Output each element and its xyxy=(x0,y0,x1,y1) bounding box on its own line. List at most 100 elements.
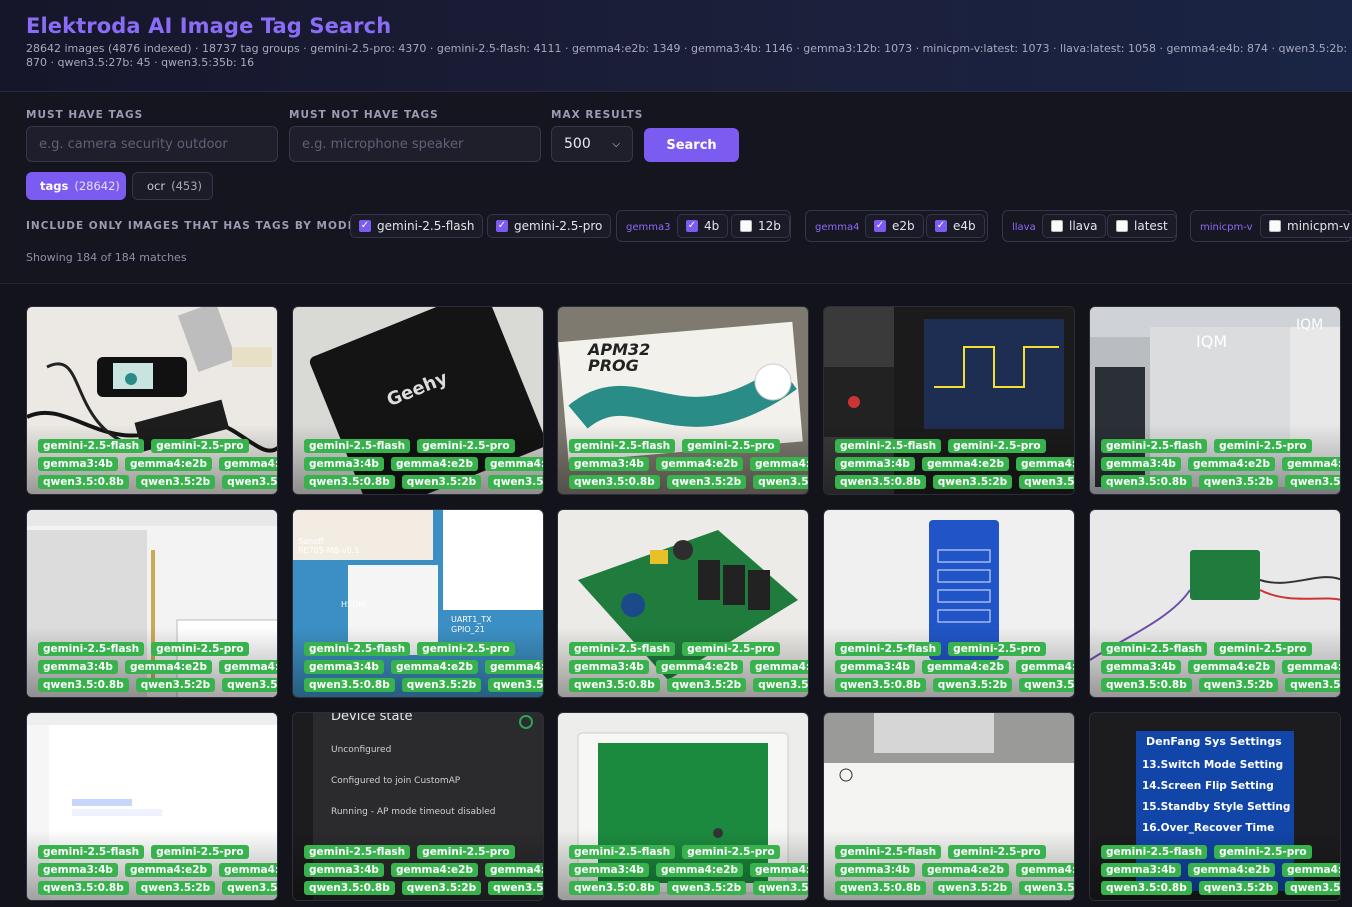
model-tag-list: gemini-2.5-flash gemini-2.5-pro gemma3:4b g… xyxy=(835,845,1074,895)
model-tag: qwen3.5:2b xyxy=(932,881,1013,895)
image-card[interactable]: gemini-2.5-flash gemini-2.5-pro gemma3:4b g… xyxy=(1089,509,1341,698)
model-tag-row: gemma3:4b gemma4:e2b gemma4:e4b xyxy=(38,863,277,877)
image-card[interactable]: IQM IQM gemini-2.5-flash gemini-2.5-pro gemm… xyxy=(1089,306,1341,495)
model-tag: gemma4:e4b xyxy=(750,457,808,471)
model-tag: gemma4:e4b xyxy=(1282,863,1340,877)
model-tag: qwen3.5:0.8b xyxy=(1101,678,1192,692)
image-card[interactable]: gemini-2.5-flash gemini-2.5-pro gemma3:4b g… xyxy=(557,509,809,698)
model-checkbox-gemma4-e4b[interactable]: ✓ e4b xyxy=(926,214,985,238)
models-filter-label: INCLUDE ONLY IMAGES THAT HAS TAGS BY MOD… xyxy=(26,220,378,232)
model-tag-row: gemma3:4b gemma4:e2b gemma4:e4b xyxy=(304,863,543,877)
model-tag: qwen3.5:2b xyxy=(666,475,747,489)
model-tag: qwen3.5:2b xyxy=(401,475,482,489)
tab-ocr-count: (453) xyxy=(171,179,203,193)
checkbox-unchecked-icon[interactable] xyxy=(1269,220,1281,232)
image-card[interactable]: gemini-2.5-flash gemini-2.5-pro gemma3:4b g… xyxy=(823,712,1075,901)
results-count: Showing 184 of 184 matches xyxy=(26,251,187,264)
model-tag-row: qwen3.5:0.8b qwen3.5:2b qwen3.5:4b xyxy=(38,475,277,489)
checkbox-checked-icon[interactable]: ✓ xyxy=(359,220,371,232)
model-label: gemini-2.5-pro xyxy=(514,219,603,233)
svg-text:UART1_TX: UART1_TX xyxy=(451,615,492,624)
model-tag-list: gemini-2.5-flash gemini-2.5-pro gemma3:4b g… xyxy=(835,439,1074,489)
model-tag: qwen3.5:4b xyxy=(753,475,808,489)
model-tag-row: gemma3:4b gemma4:e2b gemma4:e4b xyxy=(1101,660,1340,674)
model-label: llava xyxy=(1069,219,1098,233)
model-tag: gemini-2.5-flash xyxy=(304,845,411,859)
model-checkbox-minicpm-v[interactable]: minicpm-v xyxy=(1260,214,1352,238)
image-card[interactable]: gemini-2.5-flash gemini-2.5-pro gemma3:4b g… xyxy=(823,306,1075,495)
header: Elektroda AI Image Tag Search 28642 imag… xyxy=(0,0,1352,92)
model-tag: qwen3.5:0.8b xyxy=(38,881,129,895)
model-tag-row: qwen3.5:0.8b qwen3.5:2b qwen3.5:4b xyxy=(569,475,808,489)
model-label: minicpm-v xyxy=(1287,219,1350,233)
checkbox-checked-icon[interactable]: ✓ xyxy=(935,220,947,232)
model-tag-list: gemini-2.5-flash gemini-2.5-pro gemma3:4b g… xyxy=(38,439,277,489)
model-tag: gemini-2.5-pro xyxy=(948,642,1046,656)
must-not-have-tags-input[interactable] xyxy=(289,126,541,162)
model-tag-row: gemini-2.5-flash gemini-2.5-pro xyxy=(1101,845,1334,859)
model-checkbox-gemma3-12b[interactable]: 12b xyxy=(731,214,790,238)
image-card[interactable]: gemini-2.5-flash gemini-2.5-pro gemma3:4b g… xyxy=(26,712,278,901)
checkbox-checked-icon[interactable]: ✓ xyxy=(686,220,698,232)
thumbnail-text: Unconfigured xyxy=(331,745,392,755)
image-card[interactable]: gemini-2.5-flash gemini-2.5-pro gemma3:4b g… xyxy=(823,509,1075,698)
model-tag: gemma3:4b xyxy=(569,457,649,471)
max-results-select[interactable]: 500 ⌵ xyxy=(551,126,633,162)
thumbnail-text: 15.Standby Style Setting xyxy=(1142,801,1291,813)
model-tag-list: gemini-2.5-flash gemini-2.5-pro gemma3:4b g… xyxy=(1101,845,1340,895)
search-button[interactable]: Search xyxy=(644,128,739,162)
tab-ocr[interactable]: ocr (453) xyxy=(132,172,213,200)
model-tag: gemma4:e2b xyxy=(1187,457,1275,471)
must-have-label: MUST HAVE TAGS xyxy=(26,109,144,121)
checkbox-unchecked-icon[interactable] xyxy=(1051,220,1063,232)
model-tag: gemini-2.5-pro xyxy=(417,439,515,453)
model-tag: qwen3.5:4b xyxy=(1019,881,1074,895)
checkbox-unchecked-icon[interactable] xyxy=(1116,220,1128,232)
model-tag: gemma3:4b xyxy=(304,660,384,674)
model-tag: gemma3:4b xyxy=(1101,863,1181,877)
model-tag-row: gemini-2.5-flash gemini-2.5-pro xyxy=(1101,439,1334,453)
model-checkbox-gemma3-4b[interactable]: ✓ 4b xyxy=(677,214,729,238)
model-checkbox-gemini-pro[interactable]: ✓ gemini-2.5-pro xyxy=(487,214,612,238)
model-tag: gemini-2.5-pro xyxy=(417,642,515,656)
model-tag: gemini-2.5-pro xyxy=(417,845,515,859)
model-tag-row: qwen3.5:0.8b qwen3.5:2b qwen3.5:4b xyxy=(835,881,1074,895)
model-label: gemini-2.5-flash xyxy=(377,219,475,233)
model-checkbox-llava-latest[interactable]: latest xyxy=(1107,214,1177,238)
image-card[interactable]: gemini-2.5-flash gemini-2.5-pro gemma3:4b g… xyxy=(26,509,278,698)
model-checkbox-gemma4-e2b[interactable]: ✓ e2b xyxy=(865,214,924,238)
model-tag: gemma4:e2b xyxy=(1187,863,1275,877)
model-checkbox-llava[interactable]: llava xyxy=(1042,214,1107,238)
image-card[interactable]: DenFang Sys Settings 13.Switch Mode Setti… xyxy=(1089,712,1341,901)
must-have-tags-input[interactable] xyxy=(26,126,278,162)
image-card[interactable]: APM32 PROG gemini-2.5-flash gemini-2.5-pro g… xyxy=(557,306,809,495)
image-card[interactable]: gemini-2.5-flash gemini-2.5-pro gemma3:4b g… xyxy=(557,712,809,901)
svg-text:PROG: PROG xyxy=(588,356,639,375)
model-tag: gemma4:e2b xyxy=(921,660,1009,674)
image-card[interactable]: SonoffRE705-MB-v0.1HSDMUART1_TXGPIO_21ge… xyxy=(292,509,544,698)
model-tag: gemma4:e4b xyxy=(219,457,277,471)
model-checkbox-gemini-flash[interactable]: ✓ gemini-2.5-flash xyxy=(350,214,484,238)
model-tag: qwen3.5:0.8b xyxy=(835,475,926,489)
model-tag: gemma4:e2b xyxy=(921,863,1009,877)
model-tag: qwen3.5:0.8b xyxy=(304,678,395,692)
svg-text:IQM: IQM xyxy=(1296,317,1323,333)
image-card[interactable]: gemini-2.5-flash gemini-2.5-pro gemma3:4b g… xyxy=(26,306,278,495)
model-tag: qwen3.5:4b xyxy=(1285,881,1340,895)
model-tag: qwen3.5:0.8b xyxy=(569,881,660,895)
thumbnail-text: Device state xyxy=(331,712,413,724)
model-tag: qwen3.5:0.8b xyxy=(569,678,660,692)
model-tag: gemma3:4b xyxy=(1101,457,1181,471)
checkbox-checked-icon[interactable]: ✓ xyxy=(874,220,886,232)
tab-tags[interactable]: tags (28642) xyxy=(26,172,126,200)
model-tag: gemini-2.5-flash xyxy=(569,642,676,656)
image-card[interactable]: Device state Unconfigured Configured to jo… xyxy=(292,712,544,901)
model-tag: gemma3:4b xyxy=(304,863,384,877)
model-label: 12b xyxy=(758,219,781,233)
image-card[interactable]: Geehy gemini-2.5-flash gemini-2.5-pro gemma… xyxy=(292,306,544,495)
model-tag: qwen3.5:4b xyxy=(753,881,808,895)
checkbox-checked-icon[interactable]: ✓ xyxy=(496,220,508,232)
model-tag: gemini-2.5-pro xyxy=(151,642,249,656)
model-tag-list: gemini-2.5-flash gemini-2.5-pro gemma3:4b g… xyxy=(569,845,808,895)
checkbox-unchecked-icon[interactable] xyxy=(740,220,752,232)
